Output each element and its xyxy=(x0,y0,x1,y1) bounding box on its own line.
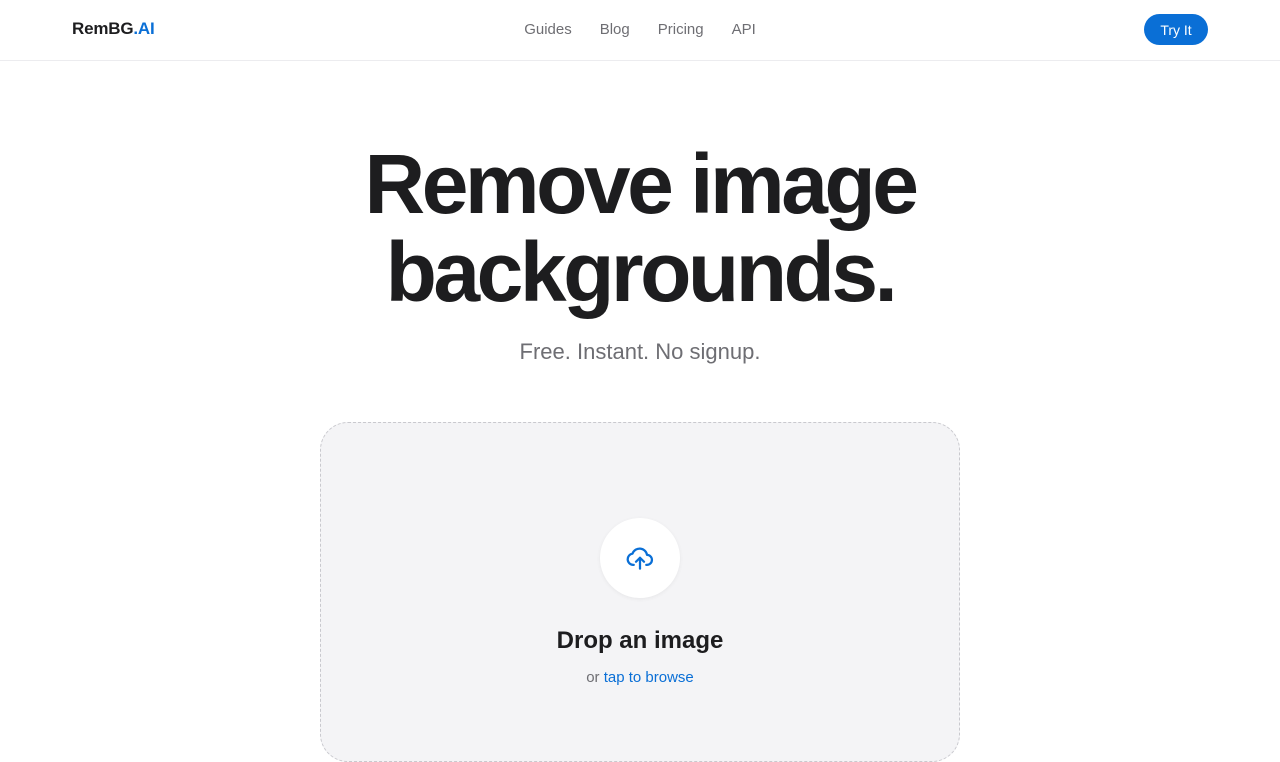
upload-icon-circle[interactable] xyxy=(600,518,680,598)
dropzone-or-text: or xyxy=(586,669,604,686)
dropzone-subtitle: or tap to browse xyxy=(321,668,959,688)
top-navigation-bar: RemBG.AI Guides Blog Pricing API Try It xyxy=(0,0,1280,61)
nav-link-api[interactable]: API xyxy=(732,20,756,40)
hero-title-line-2: backgrounds. xyxy=(385,225,898,319)
image-dropzone[interactable]: Drop an image or tap to browse xyxy=(320,422,960,762)
dropzone-title: Drop an image xyxy=(556,627,724,654)
nav-link-guides[interactable]: Guides xyxy=(524,20,572,40)
logo-text: RemBG xyxy=(72,19,134,38)
site-logo[interactable]: RemBG.AI xyxy=(72,19,155,39)
hero-subtitle: Free. Instant. No signup. xyxy=(519,339,761,364)
cloud-upload-icon xyxy=(626,547,653,570)
browse-link[interactable]: tap to browse xyxy=(604,669,694,686)
hero-title-line-1: Remove image xyxy=(364,137,919,231)
logo-accent-text: .AI xyxy=(133,19,155,38)
try-it-button[interactable]: Try It xyxy=(1144,14,1208,45)
nav-link-blog[interactable]: Blog xyxy=(600,20,630,40)
hero-title: Remove image backgrounds. xyxy=(0,140,1280,316)
main-nav: Guides Blog Pricing API xyxy=(0,20,1280,40)
nav-link-pricing[interactable]: Pricing xyxy=(658,20,704,40)
